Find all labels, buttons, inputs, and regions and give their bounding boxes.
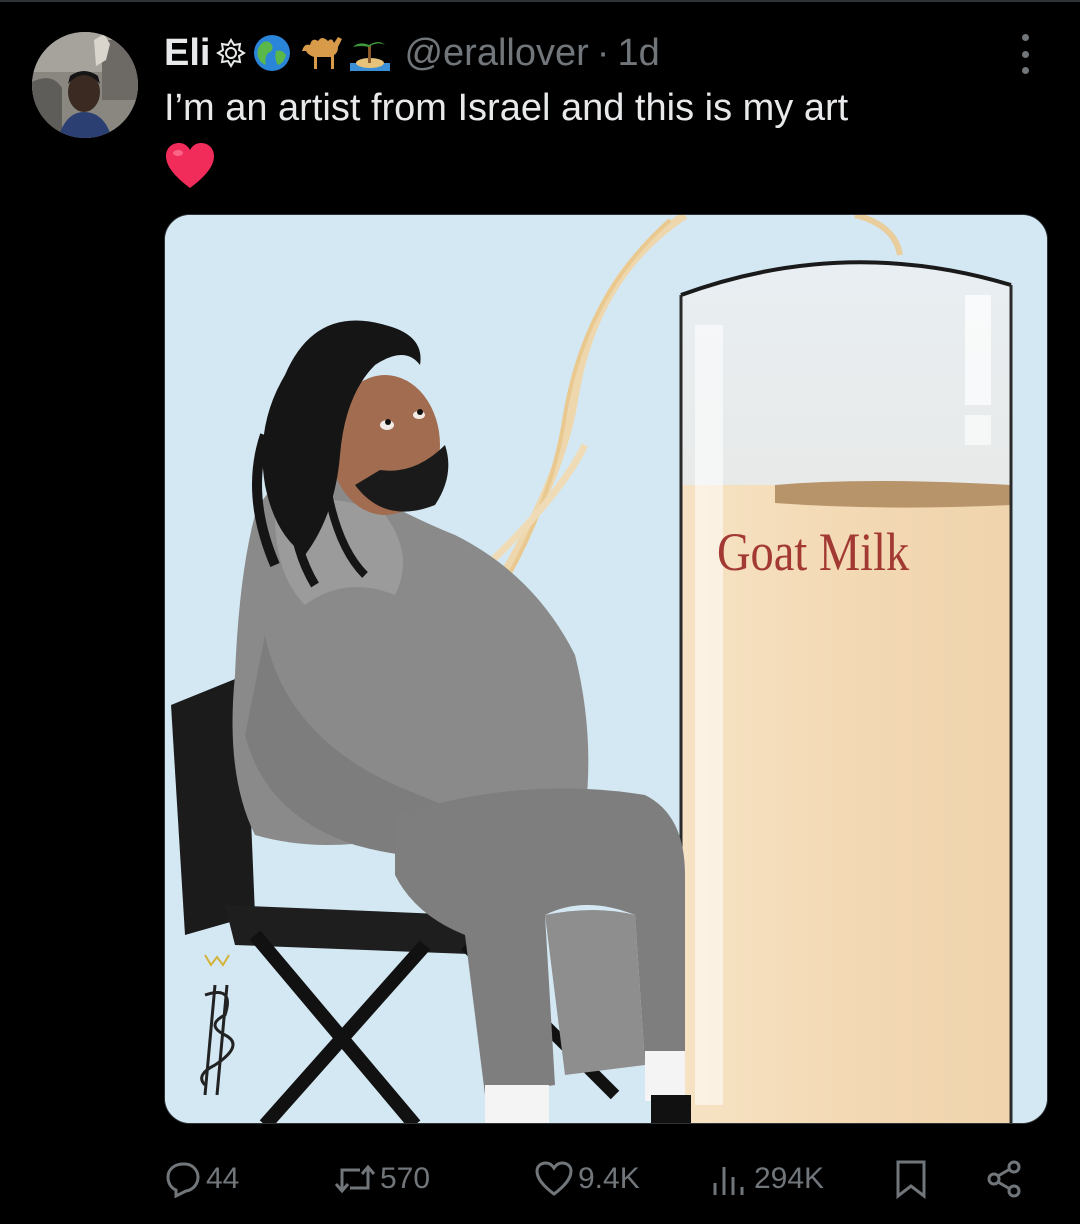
more-options-button[interactable] xyxy=(1010,34,1040,74)
badge-icon xyxy=(216,38,247,68)
views-chart-icon xyxy=(710,1161,750,1197)
reply-count: 44 xyxy=(206,1162,240,1195)
reply-icon xyxy=(164,1160,202,1198)
avatar[interactable] xyxy=(32,32,138,138)
top-divider xyxy=(0,0,1080,2)
more-dot xyxy=(1021,50,1029,58)
share-icon xyxy=(984,1159,1024,1199)
like-count: 9.4K xyxy=(578,1162,640,1195)
reply-button[interactable]: 44 xyxy=(164,1154,239,1204)
display-name[interactable]: Eli xyxy=(164,32,210,75)
like-button[interactable]: 9.4K xyxy=(534,1154,640,1204)
avatar-image xyxy=(32,32,138,138)
bookmark-icon xyxy=(894,1159,928,1199)
more-dot xyxy=(1021,67,1029,74)
post-media-image[interactable]: Goat Milk xyxy=(164,214,1048,1124)
goat-milk-label: Goat Milk xyxy=(717,522,910,582)
post-time[interactable]: 1d xyxy=(617,32,659,75)
bookmark-button[interactable] xyxy=(894,1154,928,1204)
post-header: Eli @erallover · 1d xyxy=(164,28,660,78)
share-button[interactable] xyxy=(984,1154,1024,1204)
camel-icon xyxy=(298,33,343,73)
globe-icon xyxy=(252,33,292,73)
post-text: I’m an artist from Israel and this is my… xyxy=(164,87,849,129)
user-handle[interactable]: @erallover xyxy=(404,32,588,75)
more-dot xyxy=(1021,34,1029,41)
artwork-illustration xyxy=(165,215,1047,1123)
heart-icon xyxy=(164,142,216,195)
island-icon xyxy=(348,33,392,73)
view-count: 294K xyxy=(754,1162,825,1195)
views-button[interactable]: 294K xyxy=(710,1154,824,1204)
like-icon xyxy=(534,1161,574,1197)
repost-icon xyxy=(334,1160,376,1198)
action-bar: 44 570 9.4K 294K xyxy=(164,1154,1040,1204)
repost-count: 570 xyxy=(380,1162,431,1195)
repost-button[interactable]: 570 xyxy=(334,1154,430,1204)
separator-dot: · xyxy=(596,31,610,74)
